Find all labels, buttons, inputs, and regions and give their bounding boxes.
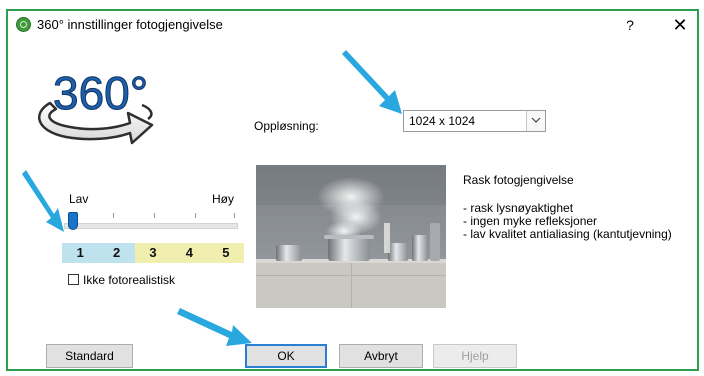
resolution-arrow-icon xyxy=(342,50,402,114)
ok-button-arrow-icon xyxy=(177,308,252,346)
annotation-arrows xyxy=(22,50,402,346)
slider-arrow-icon xyxy=(22,170,64,232)
